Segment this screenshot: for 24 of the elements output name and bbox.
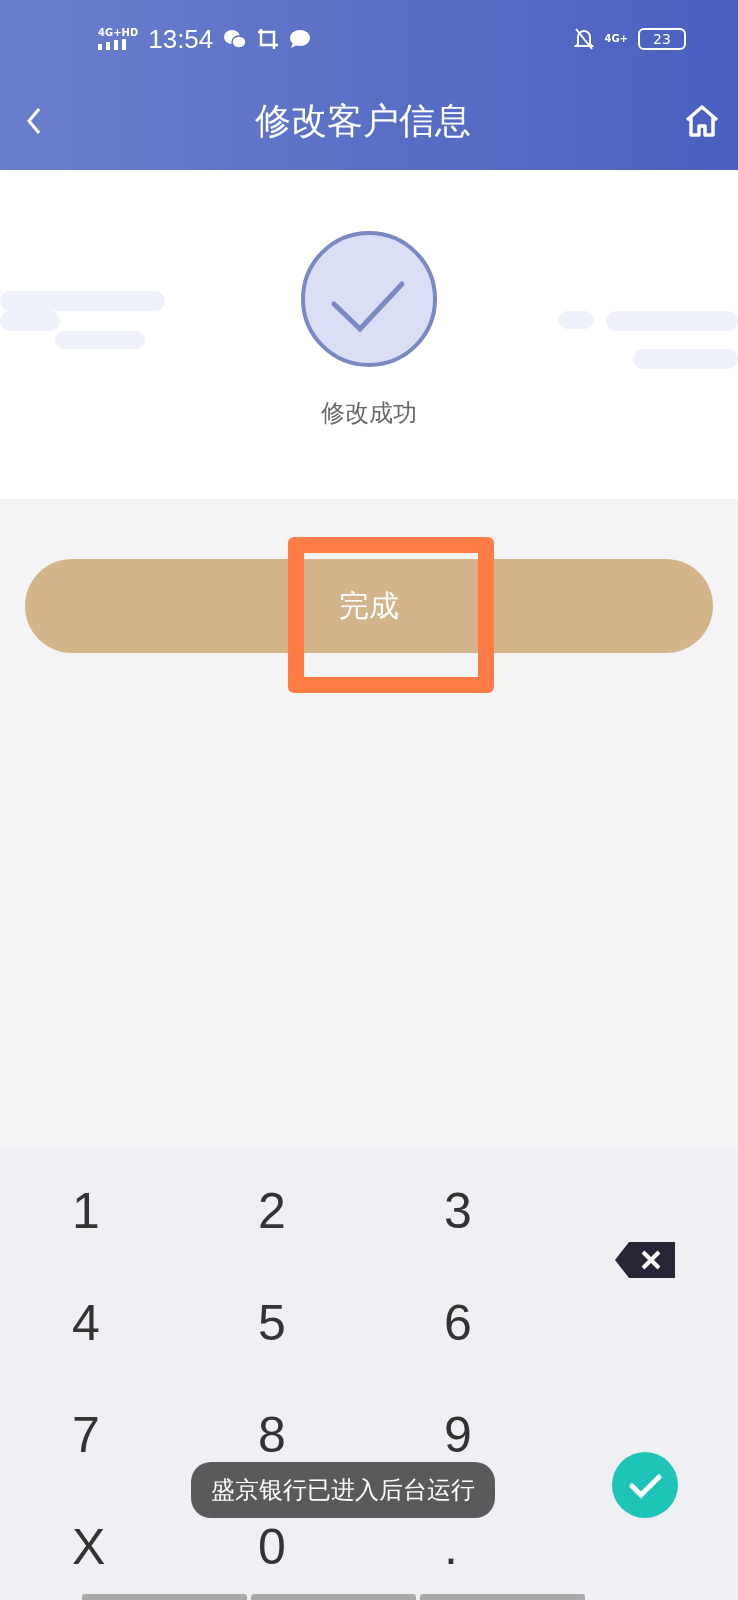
keypad-key[interactable]: 1 [72,1155,100,1267]
clock: 13:54 [148,23,214,55]
success-message: 修改成功 [321,398,417,429]
crop-icon [257,28,280,50]
battery-icon: 23 [638,28,686,50]
keypad-key[interactable]: X [72,1491,106,1600]
home-icon[interactable] [684,104,720,138]
keypad-key[interactable]: 6 [444,1267,472,1379]
keypad-key[interactable]: 5 [258,1267,286,1379]
keypad-key[interactable]: 7 [72,1379,100,1491]
message-icon [289,29,312,49]
bell-muted-icon [574,28,595,50]
keypad-key[interactable]: 2 [258,1155,286,1267]
success-check-icon [299,229,439,369]
network-label: 4G+ [604,34,628,44]
network-label: 4G+HD [98,28,139,38]
keypad-key[interactable]: 4 [72,1267,100,1379]
keypad-key[interactable]: 3 [444,1155,472,1267]
back-icon[interactable] [26,107,42,135]
toast: 盛京银行已进入后台运行 [191,1462,495,1518]
page-title: 修改客户信息 [255,98,471,143]
signal-icon [98,39,128,50]
chat-bubbles-icon [223,28,248,50]
backspace-icon[interactable] [615,1242,675,1278]
